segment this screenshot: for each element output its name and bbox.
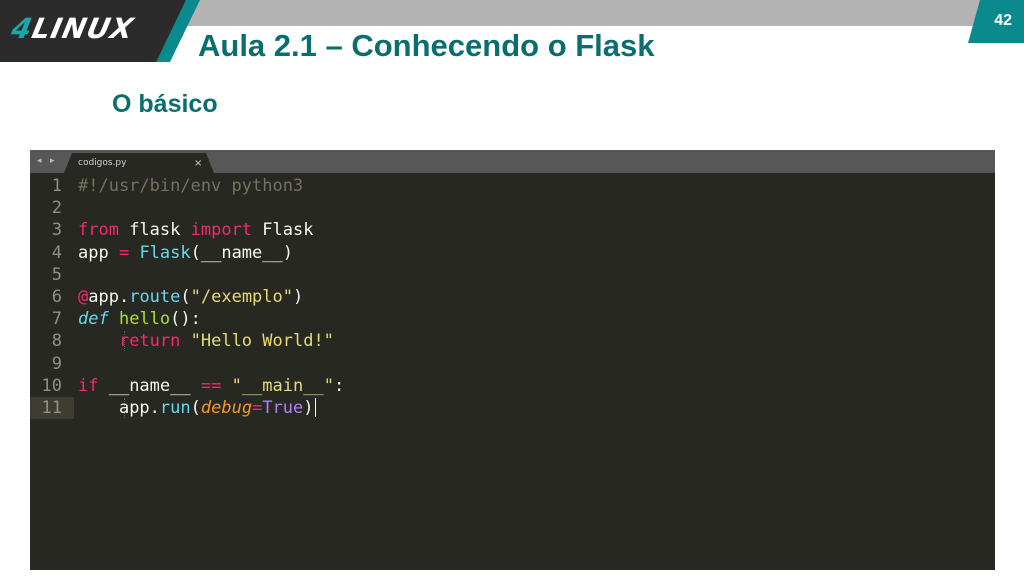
code-line: 9: [30, 353, 995, 375]
editor-tab[interactable]: codigos.py ×: [64, 153, 214, 173]
page-number: 42: [994, 12, 1012, 29]
code-line: 3 from flask import Flask: [30, 219, 995, 241]
code-text: return "Hello World!": [118, 331, 334, 352]
code-line: 10 if __name__ == "__main__":: [30, 375, 995, 397]
line-number: 3: [51, 220, 62, 241]
line-number: 2: [51, 198, 62, 219]
line-number: 4: [51, 242, 62, 263]
tab-nav-arrows-icon[interactable]: ◂ ▸: [37, 155, 58, 166]
text-cursor: [314, 398, 316, 418]
logo: 4LINUX: [0, 0, 186, 62]
code-line-current: 11 app.run(debug=True): [30, 396, 995, 420]
code-line: 1 #!/usr/bin/env python3: [30, 175, 995, 197]
code-text: if __name__ == "__main__":: [78, 375, 345, 396]
line-number: 5: [51, 264, 62, 285]
line-number: 1: [51, 176, 62, 196]
line-number: 6: [51, 286, 62, 307]
line-number: 9: [51, 353, 62, 374]
code-text: app = Flask(__name__): [78, 242, 293, 263]
line-number: 10: [41, 375, 62, 396]
logo-text: 4LINUX: [8, 12, 138, 45]
code-line: 8 return "Hello World!": [30, 330, 995, 352]
code-text: app.run(debug=True): [118, 397, 316, 418]
code-line: 5: [30, 264, 995, 286]
close-icon[interactable]: ×: [194, 158, 202, 169]
line-number: 11: [30, 396, 74, 420]
code-line: 4 app = Flask(__name__): [30, 242, 995, 264]
code-line: 7 def hello():: [30, 308, 995, 330]
tab-filename: codigos.py: [78, 158, 127, 168]
code-area[interactable]: 1 #!/usr/bin/env python3 2 3 from flask …: [30, 175, 995, 420]
editor-tab-bar: ◂ ▸ codigos.py ×: [30, 150, 995, 173]
line-number: 7: [51, 309, 62, 330]
slide-subtitle: O básico: [112, 90, 218, 118]
code-text: def hello():: [78, 309, 201, 330]
code-text: @app.route("/exemplo"): [78, 286, 304, 307]
code-line: 6 @app.route("/exemplo"): [30, 286, 995, 308]
code-text: from flask import Flask: [78, 220, 314, 241]
code-editor: ◂ ▸ codigos.py × 1 #!/usr/bin/env python…: [30, 150, 995, 570]
code-text: #!/usr/bin/env python3: [78, 176, 304, 196]
code-line: 2: [30, 197, 995, 219]
slide-title: Aula 2.1 – Conhecendo o Flask: [198, 28, 655, 63]
line-number: 8: [51, 331, 62, 352]
